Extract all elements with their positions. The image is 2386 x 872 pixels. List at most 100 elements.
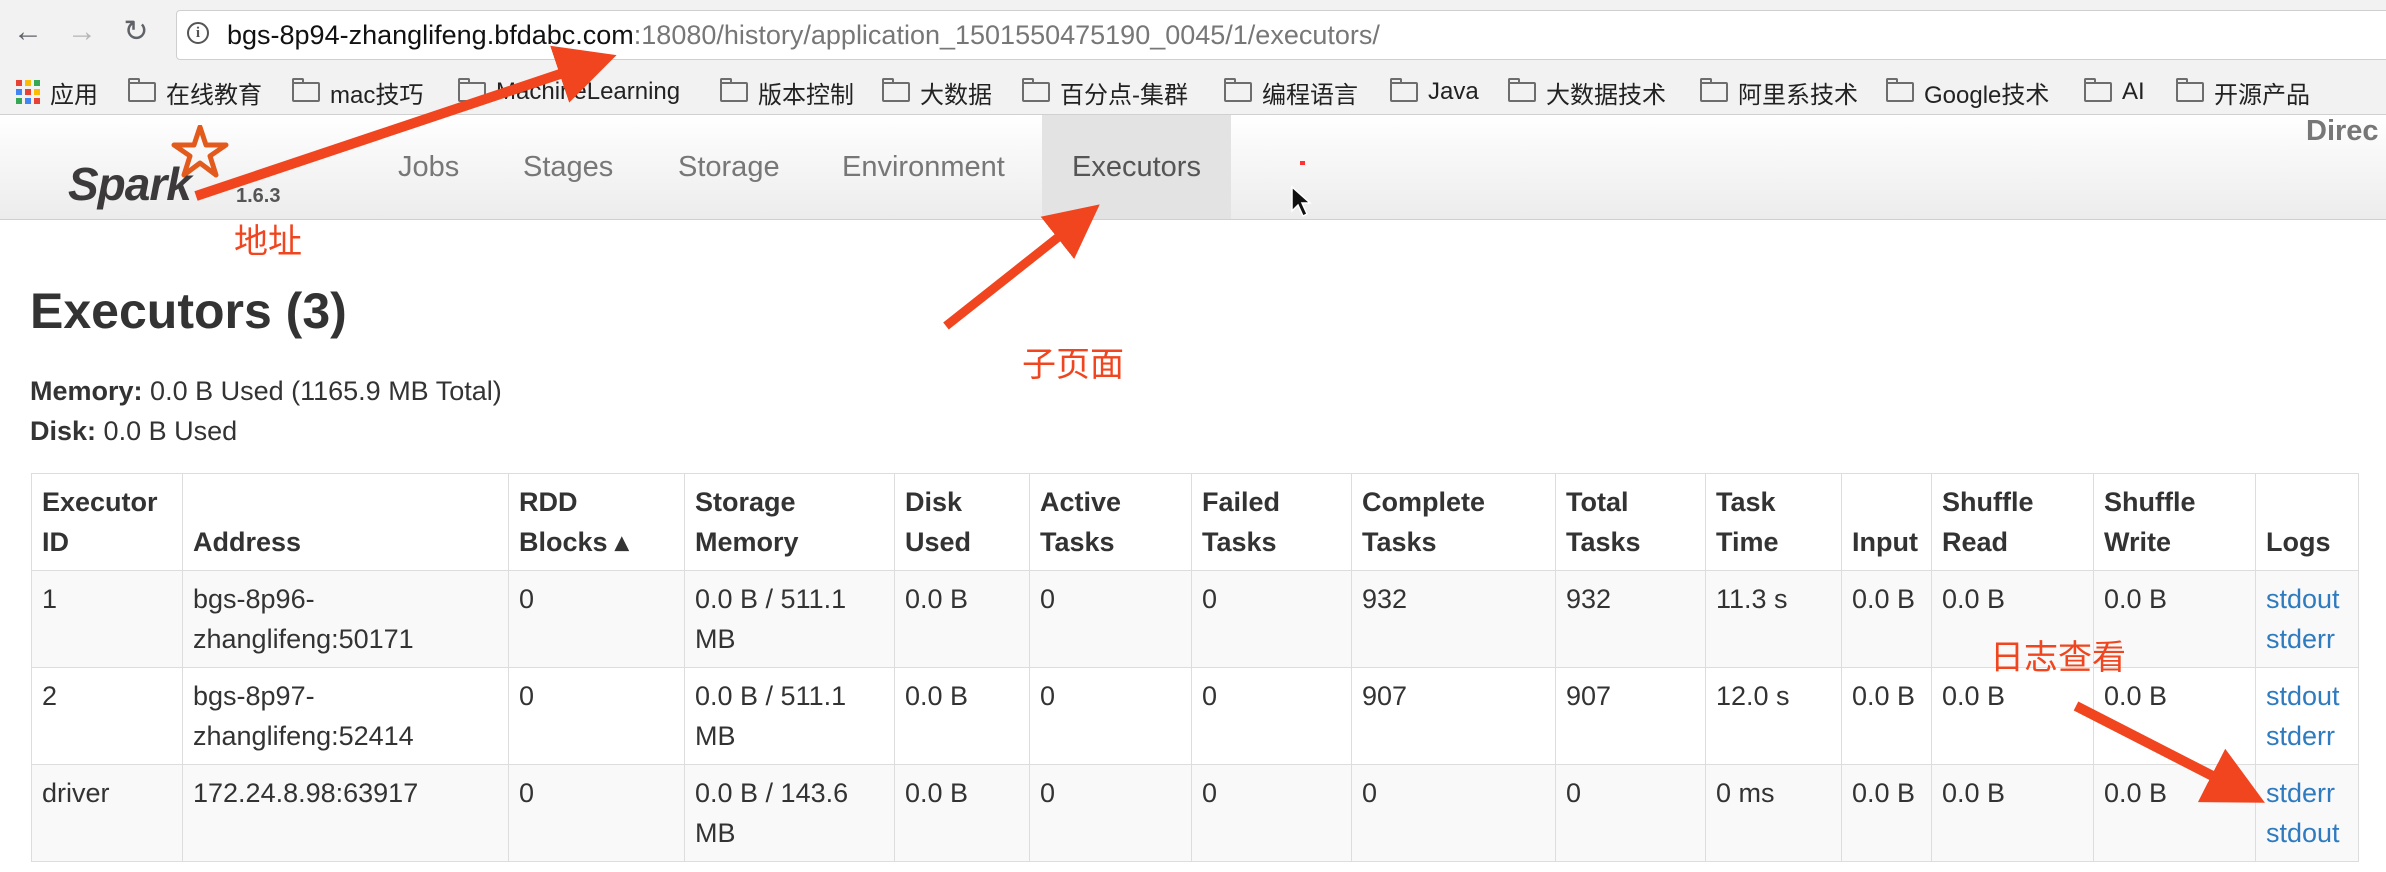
cell-rdd-blocks: 0 [508, 570, 685, 668]
bookmark-item[interactable]: 大数据 [882, 76, 992, 109]
cell-text: bgs-8p96- [193, 584, 315, 614]
column-header[interactable]: Active Tasks [1029, 473, 1192, 571]
folder-icon [720, 78, 748, 102]
column-header[interactable]: Disk Used [894, 473, 1030, 571]
column-header-text: Shuffle [1942, 487, 2034, 517]
spark-logo[interactable]: Spark 1.6.3 [68, 125, 280, 215]
column-header[interactable]: Shuffle Read [1931, 473, 2094, 571]
tab-environment[interactable]: Environment [812, 115, 1035, 219]
cell-text: MB [695, 721, 736, 751]
folder-icon [1508, 78, 1536, 102]
bookmark-item[interactable]: 版本控制 [720, 76, 854, 109]
column-header[interactable]: Failed Tasks [1191, 473, 1352, 571]
column-header-text: ID [42, 527, 69, 557]
column-header[interactable]: Total Tasks [1555, 473, 1706, 571]
column-header[interactable]: Executor ID [31, 473, 183, 571]
cell-failed-tasks: 0 [1191, 570, 1352, 668]
disk-summary: Disk: 0.0 B Used [30, 416, 237, 447]
tab-executors[interactable]: Executors [1042, 115, 1231, 219]
bookmark-item[interactable]: Google技术 [1886, 76, 2049, 109]
table-header-row: Executor ID Address RDD Blocks ▴ Storage Memor… [31, 473, 2359, 571]
column-header[interactable]: Complete Tasks [1351, 473, 1556, 571]
back-arrow-icon[interactable]: ← [10, 14, 46, 50]
spark-logo-text: Spark [68, 158, 192, 210]
stdout-link[interactable]: stdout [2266, 579, 2348, 619]
cell-text: MB [695, 624, 736, 654]
bookmark-label: MachineLearning [496, 78, 681, 105]
url-text[interactable]: bgs-8p94-zhanglifeng.bfdabc.com:18080/hi… [227, 21, 1380, 49]
spark-navbar: Spark 1.6.3 Jobs Stages Storage Environment… [0, 115, 2386, 220]
cell-shuffle-read: 0.0 B [1931, 764, 2094, 862]
reload-icon[interactable]: ↻ [118, 14, 154, 50]
column-header[interactable]: Address [182, 473, 509, 571]
column-header[interactable]: Input [1841, 473, 1932, 571]
cell-id: driver [31, 764, 183, 862]
bookmark-item[interactable]: 应用 [16, 76, 98, 109]
nav-right-text: Direc [2306, 115, 2379, 147]
stderr-link[interactable]: stderr [2266, 619, 2348, 659]
cell-logs: stderr stdout [2255, 764, 2359, 862]
stdout-link[interactable]: stdout [2266, 813, 2348, 853]
column-header[interactable]: RDD Blocks ▴ [508, 473, 685, 571]
folder-icon [1700, 78, 1728, 102]
cell-text: bgs-8p97- [193, 681, 315, 711]
column-header[interactable]: Task Time [1705, 473, 1842, 571]
cell-total-tasks: 932 [1555, 570, 1706, 668]
bookmark-item[interactable]: mac技巧 [292, 76, 423, 109]
cell-total-tasks: 0 [1555, 764, 1706, 862]
cell-rdd-blocks: 0 [508, 764, 685, 862]
bookmark-item[interactable]: Java [1390, 76, 1479, 108]
bookmark-label: 大数据 [920, 81, 992, 109]
column-header[interactable]: Storage Memory [684, 473, 895, 571]
column-header[interactable]: Logs [2255, 473, 2359, 571]
red-dot-mark [1300, 161, 1305, 165]
folder-icon [1022, 78, 1050, 102]
cell-failed-tasks: 0 [1191, 667, 1352, 765]
column-header-text: Read [1942, 527, 2009, 557]
address-bar[interactable]: i bgs-8p94-zhanglifeng.bfdabc.com:18080/… [176, 10, 2386, 60]
cell-task-time: 11.3 s [1705, 570, 1842, 668]
cell-complete-tasks: 907 [1351, 667, 1556, 765]
bookmark-item[interactable]: 阿里系技术 [1700, 76, 1858, 109]
column-header-text: Complete [1362, 487, 1486, 517]
bookmark-item[interactable]: 开源产品 [2176, 76, 2310, 109]
stderr-link[interactable]: stderr [2266, 716, 2348, 756]
apps-grid-icon [16, 80, 40, 104]
column-header[interactable]: Shuffle Write [2093, 473, 2256, 571]
bookmark-item[interactable]: 百分点-集群 [1022, 76, 1188, 109]
column-header-text: RDD [519, 487, 578, 517]
folder-icon [882, 78, 910, 102]
column-header-text: Failed [1202, 487, 1281, 517]
bookmark-item[interactable]: 在线教育 [128, 76, 262, 109]
folder-icon [2084, 78, 2112, 102]
cell-text: 0.0 B / 511.1 [695, 681, 847, 711]
bookmark-label: 应用 [50, 81, 98, 109]
bookmark-item[interactable]: 编程语言 [1224, 76, 1358, 109]
tab-stages[interactable]: Stages [493, 115, 643, 219]
cell-active-tasks: 0 [1029, 570, 1192, 668]
column-header-text: Logs [2266, 527, 2331, 557]
forward-arrow-icon[interactable]: → [64, 14, 100, 50]
stderr-link[interactable]: stderr [2266, 773, 2348, 813]
cell-disk-used: 0.0 B [894, 667, 1030, 765]
bookmarks-bar: 应用 在线教育 mac技巧 MachineLearning 版本控制 大数据 百分点-集群 编… [0, 70, 2386, 115]
bookmark-item[interactable]: MachineLearning [458, 76, 680, 108]
bookmark-item[interactable]: 大数据技术 [1508, 76, 1666, 109]
folder-icon [2176, 78, 2204, 102]
cell-total-tasks: 907 [1555, 667, 1706, 765]
tab-storage[interactable]: Storage [648, 115, 810, 219]
url-host: bgs-8p94-zhanglifeng.bfdabc.com [227, 20, 634, 50]
column-header-text: Task [1716, 487, 1776, 517]
cell-text: 172.24.8.98:63917 [193, 778, 419, 808]
stdout-link[interactable]: stdout [2266, 676, 2348, 716]
tab-jobs[interactable]: Jobs [368, 115, 489, 219]
annotation-logs: 日志查看 [1990, 639, 2126, 677]
bookmark-item[interactable]: AI [2084, 76, 2145, 108]
column-header-text: Tasks [1362, 527, 1437, 557]
cell-storage-memory: 0.0 B / 143.6 MB [684, 764, 895, 862]
info-icon[interactable]: i [187, 22, 209, 44]
cell-shuffle-write: 0.0 B [2093, 764, 2256, 862]
cell-id: 1 [31, 570, 183, 668]
cell-address: bgs-8p96- zhanglifeng:50171 [182, 570, 509, 668]
folder-icon [128, 78, 156, 102]
